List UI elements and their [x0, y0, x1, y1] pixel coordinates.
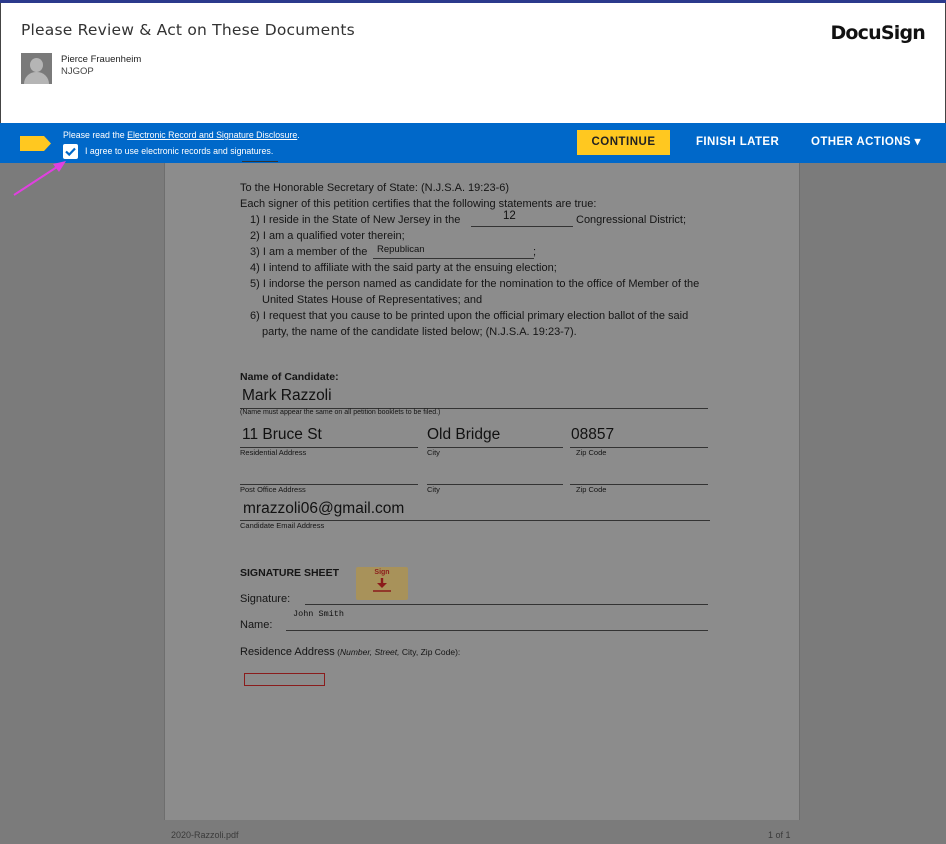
- city-label: City: [427, 448, 440, 457]
- disclosure-prefix: Please read the: [63, 130, 128, 140]
- city-underline: [427, 447, 563, 448]
- action-bar: Please read the Electronic Record and Si…: [0, 123, 946, 163]
- document-viewer[interactable]: To the Honorable Secretary of State: (N.…: [0, 161, 946, 844]
- disclosure-text: Please read the Electronic Record and Si…: [63, 130, 300, 140]
- email-label: Candidate Email Address: [240, 521, 325, 530]
- signature-sheet-heading: SIGNATURE SHEET: [240, 567, 339, 579]
- document-page: To the Honorable Secretary of State: (N.…: [164, 161, 800, 820]
- street-field: 11 Bruce St: [242, 426, 322, 443]
- page-title: Please Review & Act on These Documents: [21, 21, 355, 39]
- sign-here-tab[interactable]: Sign: [356, 567, 408, 600]
- sign-tab-label: Sign: [374, 569, 390, 576]
- residence-hint-italic: Number, Street,: [339, 647, 400, 657]
- statement-1a: 1) I reside in the State of New Jersey i…: [250, 214, 461, 226]
- statement-5a: 5) I indorse the person named as candida…: [250, 278, 700, 290]
- po-city-underline: [427, 484, 563, 485]
- annotation-arrow-icon: [13, 161, 66, 196]
- avatar: [21, 53, 52, 84]
- po-zip-label: Zip Code: [576, 485, 607, 494]
- po-address-label: Post Office Address: [240, 485, 306, 494]
- statement-6b: party, the name of the candidate listed …: [262, 326, 577, 338]
- district-field: 12: [503, 210, 516, 222]
- signer-name-field: John Smith: [293, 609, 345, 619]
- po-city-label: City: [427, 485, 440, 494]
- tag-icon: [20, 136, 51, 151]
- statement-4: 4) I intend to affiliate with the said p…: [250, 262, 557, 274]
- continue-button[interactable]: CONTINUE: [577, 130, 670, 155]
- signature-label: Signature:: [240, 593, 291, 605]
- residential-address-label: Residential Address: [240, 448, 307, 457]
- residence-label: Residence Address: [240, 646, 335, 658]
- disclosure-link[interactable]: Electronic Record and Signature Disclosu…: [127, 130, 297, 140]
- agree-label: I agree to use electronic records and si…: [85, 146, 274, 156]
- download-arrow-icon: [373, 578, 391, 592]
- statement-1b: Congressional District;: [576, 214, 687, 226]
- avatar-body-icon: [24, 72, 49, 84]
- statement-2: 2) I am a qualified voter therein;: [250, 230, 405, 242]
- candidate-heading: Name of Candidate:: [240, 371, 339, 383]
- header: Please Review & Act on These Documents P…: [0, 3, 946, 123]
- statement-5b: United States House of Representatives; …: [262, 294, 483, 306]
- sender-org: NJGOP: [61, 66, 94, 77]
- signature-underline: [305, 604, 708, 605]
- document-filename: 2020-Razzoli.pdf: [171, 830, 239, 840]
- certifies-line: Each signer of this petition certifies t…: [240, 198, 597, 210]
- candidate-name-field: Mark Razzoli: [242, 387, 332, 404]
- city-field: Old Bridge: [427, 426, 501, 443]
- docusign-logo: DocuSign: [830, 22, 925, 44]
- top-field-line: [242, 161, 278, 162]
- residence-address-label: Residence Address (Number, Street, City,…: [240, 646, 460, 658]
- zip-label: Zip Code: [576, 448, 607, 457]
- other-actions-button[interactable]: OTHER ACTIONS ▾: [811, 130, 921, 155]
- finish-later-button[interactable]: FINISH LATER: [696, 130, 779, 155]
- candidate-note: (Name must appear the same on all petiti…: [240, 409, 441, 416]
- residence-hint-rest: City, Zip Code):: [399, 647, 461, 657]
- email-field: mrazzoli06@gmail.com: [243, 500, 405, 517]
- sender-name: Pierce Frauenheim: [61, 54, 142, 65]
- statement-6a: 6) I request that you cause to be printe…: [250, 310, 689, 322]
- page-count: 1 of 1: [768, 830, 791, 840]
- name-label: Name:: [240, 619, 273, 631]
- zip-field: 08857: [571, 426, 615, 443]
- statement-3b: ;: [533, 246, 537, 258]
- party-underline: [373, 258, 534, 259]
- name-underline: [286, 630, 708, 631]
- avatar-head-icon: [30, 58, 43, 72]
- district-underline: [471, 226, 573, 227]
- party-field: Republican: [377, 244, 425, 255]
- intro-line: To the Honorable Secretary of State: (N.…: [240, 182, 510, 194]
- statement-3a: 3) I am a member of the: [250, 246, 368, 258]
- disclosure-suffix: .: [297, 130, 300, 140]
- residence-address-input[interactable]: [244, 673, 325, 686]
